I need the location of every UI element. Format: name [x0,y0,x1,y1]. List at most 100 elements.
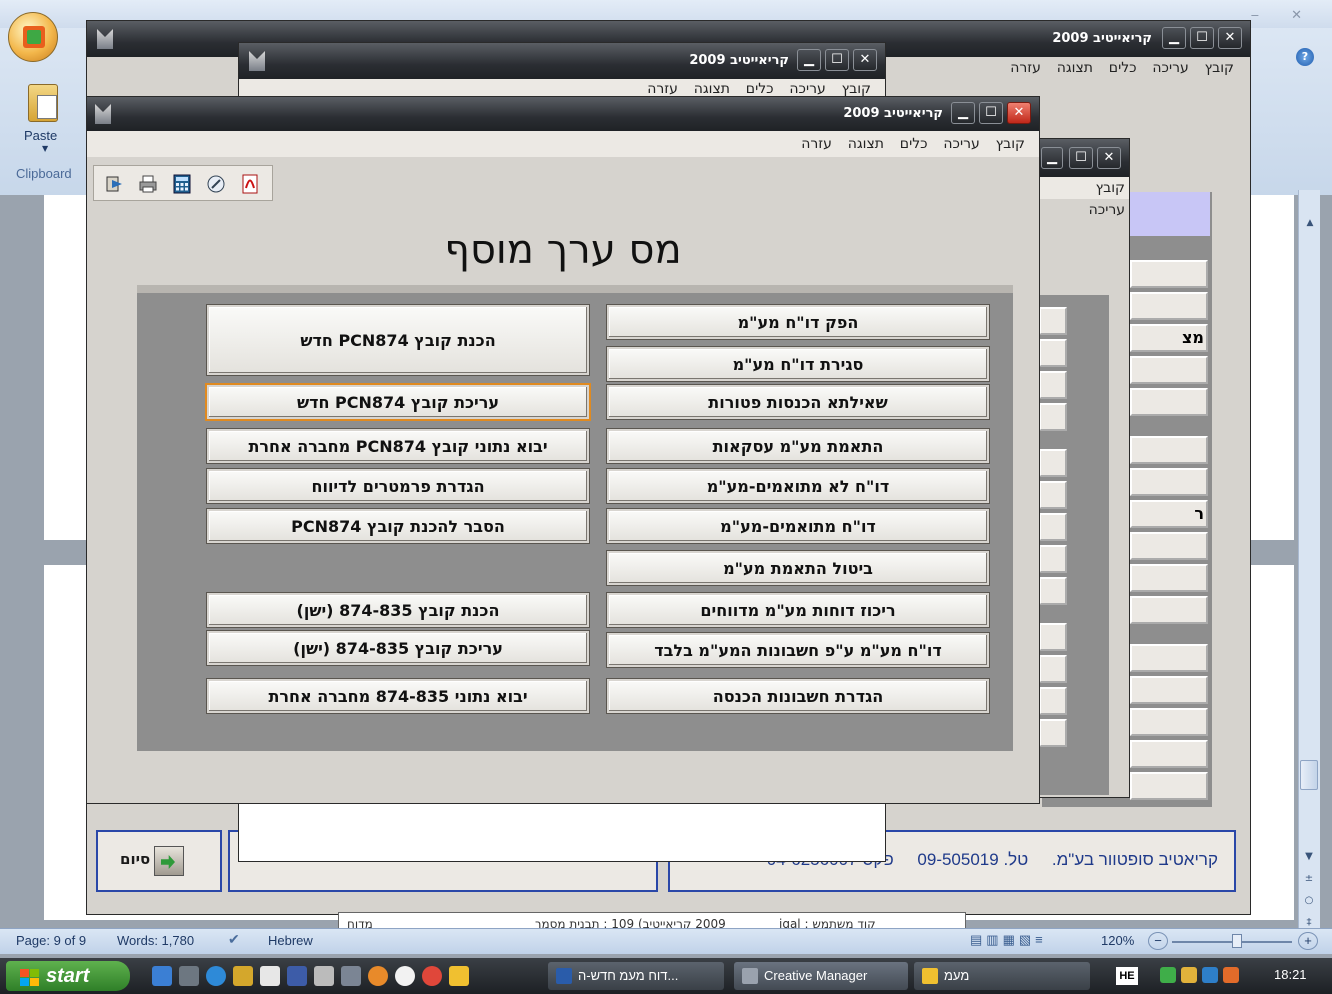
tool-icon[interactable] [314,966,334,986]
menu-tools[interactable]: כלים [1109,57,1137,79]
scroll-thumb[interactable] [1300,760,1318,790]
menu-file[interactable]: קובץ [1205,57,1234,79]
back-menu-button[interactable] [1039,371,1067,399]
language-bar[interactable]: HE [1116,967,1138,985]
back-menu-button[interactable] [1130,676,1208,704]
menu-edit[interactable]: עריכה [1152,57,1188,79]
window-icon[interactable] [260,966,280,986]
edit-pcn874-button[interactable]: עריכת קובץ PCN874 חדש [207,385,589,419]
scroll-up-icon[interactable]: ▲ [1302,218,1318,234]
folder-icon[interactable] [449,966,469,986]
menu-tools[interactable]: כלים [900,131,928,157]
menu-edit[interactable]: עריכה [1089,199,1125,221]
compass-icon[interactable] [206,174,226,194]
sync-icon[interactable] [1223,967,1239,983]
firefox-icon[interactable] [368,966,388,986]
window-titlebar[interactable]: ▁ ☐ ✕ [1039,139,1129,177]
window-titlebar[interactable]: קריאייטיב 2009 ▁ ☐ ✕ [87,97,1039,131]
back-menu-button[interactable] [1130,436,1208,464]
disc-icon[interactable] [395,966,415,986]
back-menu-button[interactable] [1039,403,1067,431]
browse-object-nav[interactable]: ▼ ± ○ ‡ [1300,846,1318,934]
back-menu-button[interactable] [1130,532,1208,560]
unmatched-vat-report-button[interactable]: דו"ח לא מתואמים-מע"מ [607,469,989,503]
reported-vat-summary-button[interactable]: ריכוז דוחות מע"מ מדווחים [607,593,989,627]
back-menu-button[interactable] [1039,513,1067,541]
back-menu-button[interactable]: ר [1130,500,1208,528]
paste-label[interactable]: Paste [24,128,57,143]
back-menu-button[interactable] [1039,307,1067,335]
zoom-slider-thumb[interactable] [1232,934,1242,948]
page-count[interactable]: Page: 9 of 9 [16,933,86,948]
back-menu-button[interactable] [1130,772,1208,800]
back-menu-button[interactable] [1039,687,1067,715]
zoom-in-icon[interactable]: + [1298,932,1318,950]
exit-label[interactable]: סיום [120,850,150,868]
office-button[interactable] [8,12,58,62]
edit-874-835-button[interactable]: עריכת קובץ 874-835 (ישן) [207,631,589,665]
back-menu-button[interactable] [1039,577,1067,605]
close-icon[interactable]: ✕ [1218,27,1242,49]
maximize-icon[interactable]: ☐ [1190,27,1214,49]
exit-box[interactable]: סיום [96,830,222,892]
zoom-out-icon[interactable]: − [1148,932,1168,950]
taskbar-folder-button[interactable]: מעמ [914,962,1090,990]
back-menu-button[interactable] [1130,260,1208,288]
word-count[interactable]: Words: 1,780 [117,933,194,948]
menu-help[interactable]: עזרה [801,131,832,157]
chrome-icon[interactable] [422,966,442,986]
vat-transactions-match-button[interactable]: התאמת מע"מ עסקאות [607,429,989,463]
back-menu-button[interactable] [1130,292,1208,320]
cmd-icon[interactable] [179,966,199,986]
back-menu-button[interactable]: מצ [1130,324,1208,352]
matched-vat-report-button[interactable]: דו"ח מתואמים-מע"מ [607,509,989,543]
close-icon[interactable]: ✕ [1097,147,1121,169]
maximize-icon[interactable]: ☐ [979,102,1003,124]
users-icon[interactable] [1181,967,1197,983]
start-label[interactable]: start [46,965,89,987]
creative-icon[interactable] [341,966,361,986]
back-menu-button[interactable] [1130,596,1208,624]
import-pcn874-button[interactable]: יבוא נתוני קובץ PCN874 מחברה אחרת [207,429,589,463]
window-titlebar[interactable]: קריאייטיב 2009 ▁ ☐ ✕ [239,43,885,79]
cancel-vat-match-button[interactable]: ביטול התאמת מע"מ [607,551,989,585]
taskbar-creative-button[interactable]: Creative Manager [734,962,908,990]
produce-vat-report-button[interactable]: הפק דו"ח מע"מ [607,305,989,339]
back-menu-button[interactable] [1130,564,1208,592]
back-menu-button[interactable] [1130,388,1208,416]
menu-file[interactable]: קובץ [996,131,1025,157]
network-icon[interactable] [1160,967,1176,983]
calculator-icon[interactable] [172,174,192,194]
word-window-controls[interactable]: ‒ ✕ [1251,8,1316,23]
close-icon[interactable]: ✕ [1007,102,1031,124]
language-indicator[interactable]: Hebrew [268,933,313,948]
close-icon[interactable]: ✕ [853,49,877,71]
minimize-icon[interactable]: ▁ [1162,27,1186,49]
view-buttons[interactable]: ▤▥▦▧≡ [970,932,1090,952]
back-menu-button[interactable] [1130,740,1208,768]
back-menu-button[interactable] [1130,468,1208,496]
media-icon[interactable] [233,966,253,986]
menu-view[interactable]: תצוגה [848,131,884,157]
help-icon[interactable]: ? [1296,48,1314,66]
proofing-icon[interactable]: ✔ [228,931,240,948]
clock[interactable]: 18:21 [1274,967,1307,982]
menu-help[interactable]: עזרה [1010,57,1041,79]
zoom-level[interactable]: 120% [1101,933,1134,948]
prepare-pcn874-button[interactable]: הכנת קובץ PCN874 חדש [207,305,589,375]
back-menu-button[interactable] [1039,339,1067,367]
minimize-icon[interactable]: ▁ [951,102,975,124]
back-menu-button[interactable] [1039,623,1067,651]
menu-edit[interactable]: עריכה [943,131,979,157]
printer-icon[interactable] [138,174,158,194]
minimize-icon[interactable]: ▁ [797,49,821,71]
menu-file[interactable]: קובץ [1096,177,1125,199]
back-menu-button[interactable] [1039,655,1067,683]
monitor-icon[interactable] [287,966,307,986]
back-menu-button[interactable] [1039,481,1067,509]
reporting-parameters-button[interactable]: הגדרת פרמטרים לדיווח [207,469,589,503]
taskbar-word-button[interactable]: דוח מעמ חדש-ה... [548,962,724,990]
exempt-income-query-button[interactable]: שאילתא הכנסות פטורות [607,385,989,419]
back-menu-button[interactable] [1130,356,1208,384]
maximize-icon[interactable]: ☐ [825,49,849,71]
